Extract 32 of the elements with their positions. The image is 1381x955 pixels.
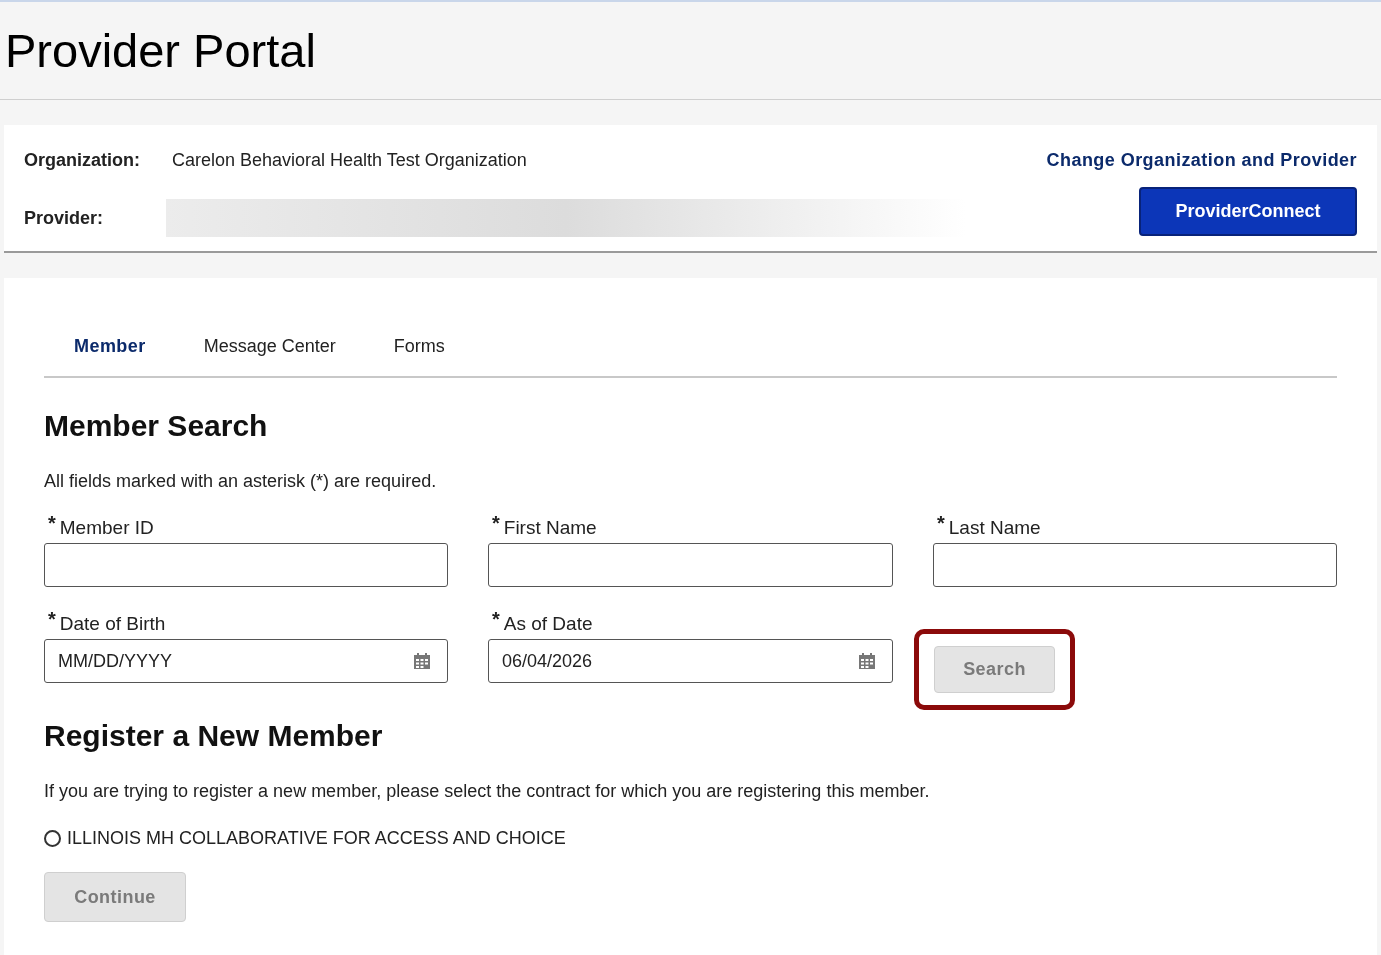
radio-button[interactable] bbox=[44, 830, 61, 847]
page-title: Provider Portal bbox=[5, 27, 316, 74]
contract-label: ILLINOIS MH COLLABORATIVE FOR ACCESS AND CHOICE bbox=[67, 827, 566, 850]
required-note: All fields marked with an asterisk (*) are required. bbox=[44, 470, 438, 493]
change-organization-link[interactable]: Change Organization and Provider bbox=[1046, 147, 1357, 174]
date-field[interactable]: 06/04/2026 bbox=[488, 639, 893, 683]
tab[interactable]: Member bbox=[74, 333, 146, 360]
field-label: Date of Birth bbox=[59, 612, 166, 636]
tab[interactable]: Message Center bbox=[203, 333, 336, 360]
input-field[interactable] bbox=[44, 543, 448, 587]
field-label: First Name bbox=[503, 516, 597, 540]
organization-label: Organization: bbox=[24, 149, 141, 172]
field-label: Last Name bbox=[948, 516, 1041, 540]
calendar-icon[interactable] bbox=[858, 652, 876, 670]
field-label: Member ID bbox=[59, 516, 154, 540]
input-field[interactable] bbox=[933, 543, 1337, 587]
required-asterisk: * bbox=[492, 513, 500, 533]
input-field[interactable] bbox=[488, 543, 893, 587]
organization-name: Carelon Behavioral Health Test Organization bbox=[172, 149, 527, 172]
calendar-icon[interactable] bbox=[413, 652, 431, 670]
section-heading: Register a New Member bbox=[44, 718, 384, 754]
provider-label: Provider: bbox=[24, 206, 105, 230]
section-heading: Member Search bbox=[44, 408, 269, 444]
required-asterisk: * bbox=[48, 513, 56, 533]
required-asterisk: * bbox=[937, 513, 945, 533]
register-note: If you are trying to register a new member, please select the contract for which you are registering this member. bbox=[44, 780, 931, 803]
field-label: As of Date bbox=[503, 612, 593, 636]
required-asterisk: * bbox=[48, 609, 56, 629]
date-field[interactable]: MM/DD/YYYY bbox=[44, 639, 448, 683]
tab[interactable]: Forms bbox=[393, 333, 445, 360]
required-asterisk: * bbox=[492, 609, 500, 629]
providerconnect-button[interactable]: ProviderConnect bbox=[1139, 187, 1357, 236]
